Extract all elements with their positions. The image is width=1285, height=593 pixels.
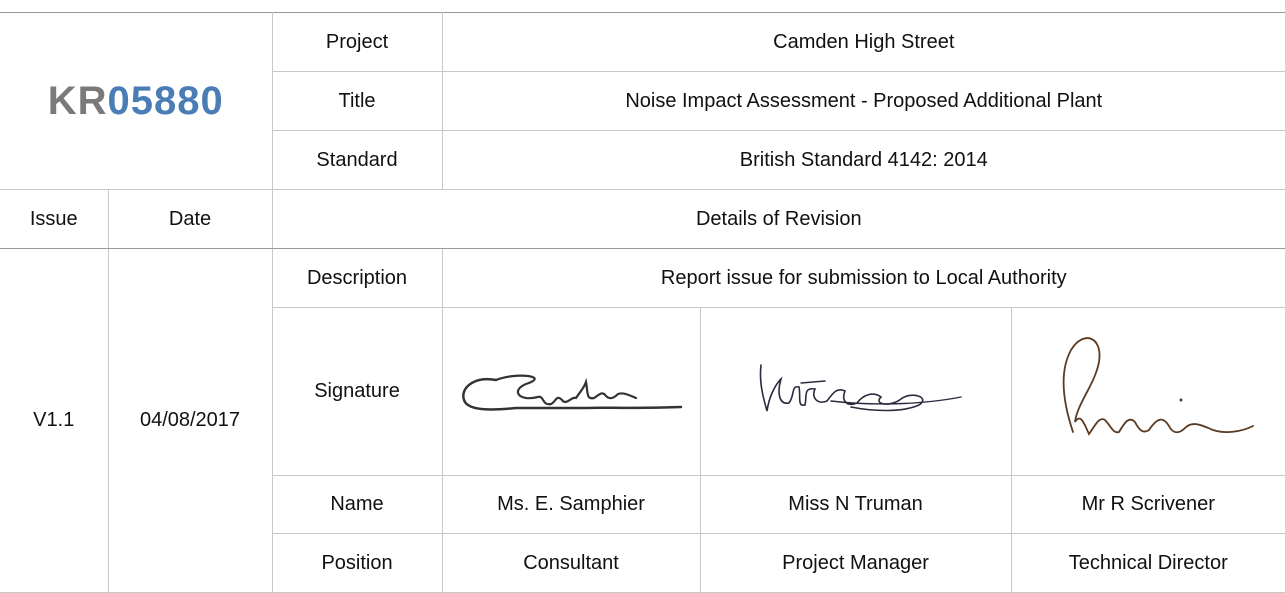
signatory-position: Technical Director <box>1010 533 1285 593</box>
title-value: Noise Impact Assessment - Proposed Addit… <box>441 71 1285 131</box>
standard-label: Standard <box>271 130 443 190</box>
signatory-name: Miss N Truman <box>699 475 1012 534</box>
name-label: Name <box>271 475 443 534</box>
document-reference: KR05880 <box>0 12 273 190</box>
signatory-position: Project Manager <box>699 533 1012 593</box>
handwritten-signature-icon <box>759 363 962 411</box>
handwritten-signature-icon <box>1063 336 1255 436</box>
standard-value: British Standard 4142: 2014 <box>441 130 1285 190</box>
reference-prefix: KR <box>47 78 108 123</box>
description-label: Description <box>271 248 443 308</box>
project-label: Project <box>271 12 443 72</box>
signature-samphier <box>441 307 701 476</box>
signature-truman <box>699 307 1012 476</box>
handwritten-signature-icon <box>462 374 683 411</box>
reference-number: 05880 <box>107 78 224 123</box>
revision-issue: V1.1 <box>0 248 109 593</box>
document-control-table: KR05880 Project Camden High Street Title… <box>0 12 1285 593</box>
signatory-name: Ms. E. Samphier <box>441 475 701 534</box>
revision-date: 04/08/2017 <box>107 248 273 593</box>
revision-description: Report issue for submission to Local Aut… <box>441 248 1285 308</box>
project-value: Camden High Street <box>441 12 1285 72</box>
position-label: Position <box>271 533 443 593</box>
signatory-name: Mr R Scrivener <box>1010 475 1285 534</box>
date-column-header: Date <box>107 189 273 249</box>
signature-label: Signature <box>271 307 443 476</box>
details-of-revision-header: Details of Revision <box>271 189 1285 249</box>
issue-column-header: Issue <box>0 189 109 249</box>
title-label: Title <box>271 71 443 131</box>
signature-scrivener <box>1010 307 1285 476</box>
signatory-position: Consultant <box>441 533 701 593</box>
